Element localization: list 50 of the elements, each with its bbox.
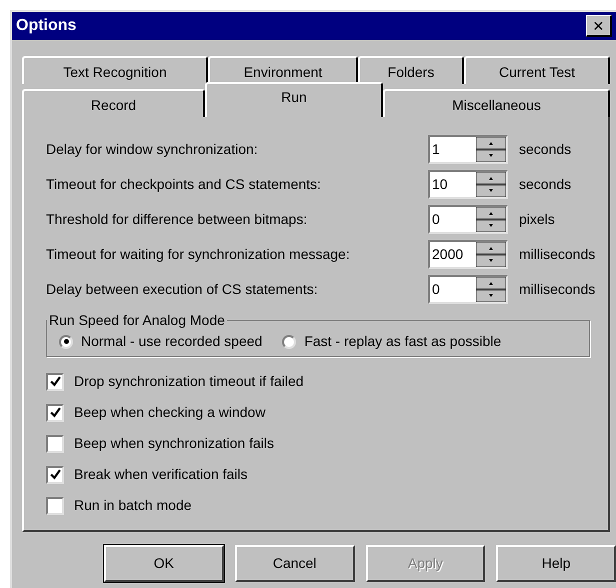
checkmark-icon bbox=[50, 376, 60, 387]
checkbox[interactable] bbox=[46, 466, 64, 484]
unit-label: milliseconds bbox=[519, 245, 596, 264]
spinner-arrows-icon[interactable] bbox=[476, 207, 506, 232]
tab[interactable]: Current Test bbox=[464, 56, 610, 84]
radio-button[interactable] bbox=[282, 334, 296, 348]
unit-label: milliseconds bbox=[519, 280, 596, 299]
spin-box[interactable]: 1 bbox=[428, 135, 508, 164]
dialog-button[interactable]: OK bbox=[104, 545, 224, 582]
spinner-arrows-icon[interactable] bbox=[476, 277, 506, 302]
tab[interactable]: Environment bbox=[208, 56, 358, 84]
checkbox-label[interactable]: Beep when checking a window bbox=[74, 402, 266, 423]
spinner-arrows-icon[interactable] bbox=[476, 172, 506, 197]
spin-box[interactable]: 0 bbox=[428, 275, 508, 304]
tab[interactable]: Folders bbox=[358, 56, 464, 84]
setting-label: Delay for window synchronization: bbox=[46, 140, 259, 159]
spinner-arrows-icon[interactable] bbox=[476, 137, 506, 162]
unit-label: pixels bbox=[519, 210, 555, 229]
close-button[interactable]: ✕ bbox=[586, 15, 612, 37]
checkbox[interactable] bbox=[46, 404, 64, 422]
tab[interactable]: Record bbox=[22, 89, 205, 117]
setting-label: Delay between execution of CS statements: bbox=[46, 280, 319, 299]
group-title: Run Speed for Analog Mode bbox=[48, 311, 226, 330]
dialog-button[interactable]: Cancel bbox=[234, 545, 354, 582]
tab[interactable]: Text Recognition bbox=[22, 56, 208, 84]
checkbox-label[interactable]: Beep when synchronization fails bbox=[74, 433, 274, 454]
dialog-button[interactable]: Help bbox=[496, 545, 616, 582]
setting-label: Threshold for difference between bitmaps: bbox=[46, 210, 308, 229]
checkbox[interactable] bbox=[46, 434, 64, 452]
unit-label: seconds bbox=[519, 175, 572, 194]
radio-button[interactable] bbox=[59, 334, 73, 348]
spin-box[interactable]: 10 bbox=[428, 170, 508, 199]
radio-label[interactable]: Fast - replay as fast as possible bbox=[304, 331, 502, 352]
checkbox-label[interactable]: Drop synchronization timeout if failed bbox=[74, 371, 304, 392]
checkmark-icon bbox=[50, 469, 60, 480]
setting-label: Timeout for waiting for synchronization message: bbox=[46, 245, 351, 264]
checkbox-label[interactable]: Run in batch mode bbox=[74, 495, 192, 516]
checkbox[interactable] bbox=[46, 372, 64, 390]
tab[interactable]: Run bbox=[205, 82, 383, 117]
checkbox[interactable] bbox=[46, 496, 64, 514]
spinner-arrows-icon[interactable] bbox=[476, 242, 506, 267]
radio-label[interactable]: Normal - use recorded speed bbox=[81, 331, 262, 352]
tab[interactable]: Miscellaneous bbox=[383, 89, 610, 117]
spin-box[interactable]: 2000 bbox=[428, 240, 508, 269]
spin-box[interactable]: 0 bbox=[428, 205, 508, 234]
checkbox-label[interactable]: Break when verification fails bbox=[74, 464, 248, 485]
setting-label: Timeout for checkpoints and CS statements: bbox=[46, 175, 322, 194]
window-title: Options bbox=[16, 16, 76, 36]
checkmark-icon bbox=[50, 407, 60, 418]
unit-label: seconds bbox=[519, 140, 572, 159]
